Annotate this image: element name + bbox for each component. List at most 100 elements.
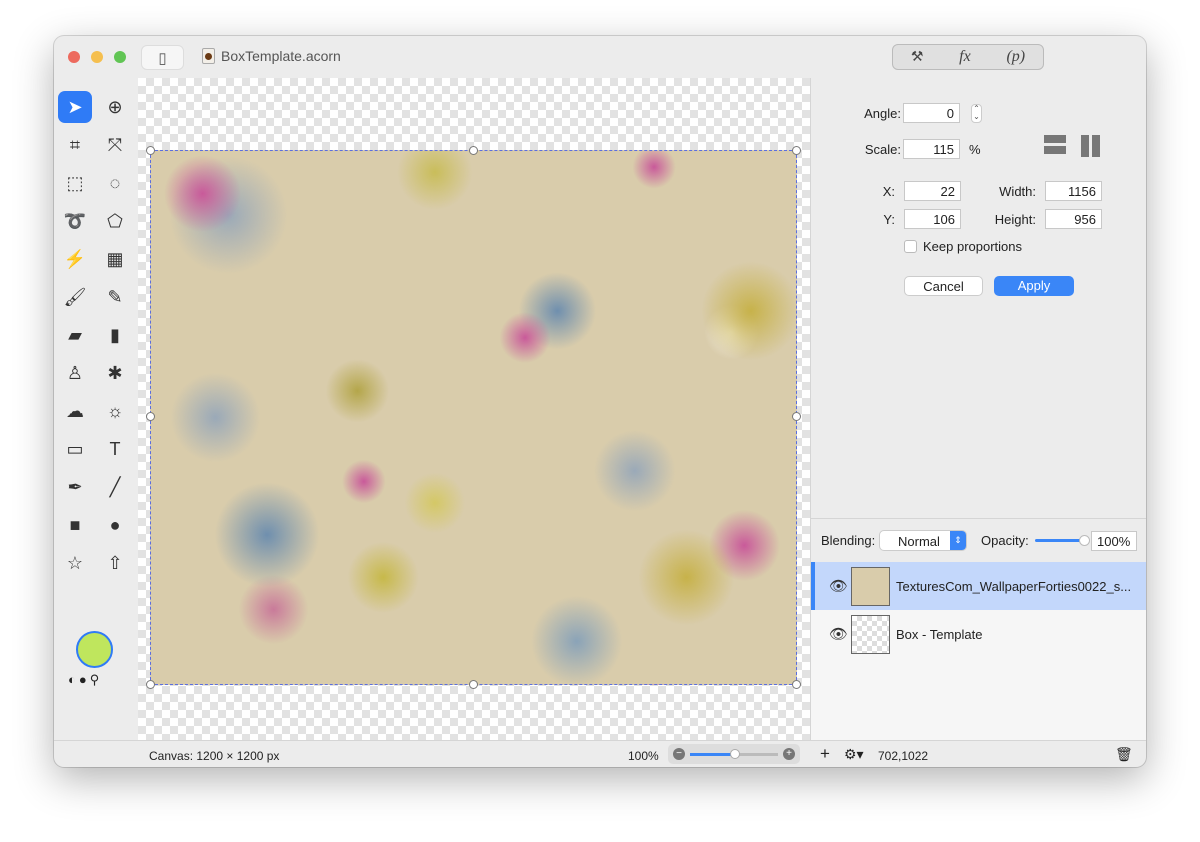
zoom-icon: ⊕ <box>107 96 123 117</box>
lasso-tool[interactable]: ➰ <box>58 205 92 237</box>
magic-wand-tool[interactable]: ⚡ <box>58 243 92 275</box>
y-label: Y: <box>883 212 895 227</box>
pencil-tool[interactable]: ✎ <box>98 281 132 313</box>
y-field[interactable]: 106 <box>904 209 961 229</box>
add-layer-icon[interactable]: + <box>820 744 830 764</box>
angle-stepper[interactable]: ⌃ ⌄ <box>971 104 982 123</box>
document-title: BoxTemplate.acorn <box>202 48 341 64</box>
app-window: ▯ BoxTemplate.acorn ⚒ fx (p) ➤ ⊕ ⌗ ⤧ ⬚ ◌ ➰ ⬠ ⚡ ▦ 🖌… <box>54 36 1146 767</box>
blending-select[interactable]: Normal ⇕ <box>879 530 967 551</box>
brush-icon: 🖌 <box>63 286 87 307</box>
apply-button[interactable]: Apply <box>994 276 1074 296</box>
zoom-out-icon[interactable]: − <box>673 748 685 760</box>
burn-tool[interactable]: ☁ <box>58 395 92 427</box>
title-bar: ▯ BoxTemplate.acorn ⚒ fx (p) <box>54 36 1146 78</box>
resize-tool[interactable]: ⤧ <box>98 129 132 161</box>
lasso-icon: ➰ <box>63 210 87 231</box>
angle-field[interactable]: 0 <box>903 103 960 123</box>
dodge-icon: ☼ <box>106 400 124 421</box>
opacity-slider[interactable] <box>1035 535 1090 546</box>
rectangle-tool[interactable]: ■ <box>58 509 92 541</box>
eye-icon[interactable]: 👁 <box>829 625 848 643</box>
resize-handle[interactable] <box>469 680 478 689</box>
acorn-document-icon <box>202 48 215 64</box>
eyedropper-icon[interactable]: ⚲ <box>90 672 103 687</box>
smudge-tool[interactable]: ✱ <box>98 357 132 389</box>
line-tool[interactable]: ╱ <box>98 471 132 503</box>
x-field[interactable]: 22 <box>904 181 961 201</box>
width-label: Width: <box>999 184 1036 199</box>
tools-tab[interactable]: ⚒ <box>911 49 924 65</box>
rect-select-tool[interactable]: ⬚ <box>58 167 92 199</box>
canvas-size-label: Canvas: 1200 × 1200 px <box>149 749 280 763</box>
swap-colors-icon[interactable]: ◐ <box>68 672 79 687</box>
bezier-pen-icon: ✒ <box>67 476 83 497</box>
keep-proportions-checkbox[interactable] <box>904 240 917 253</box>
gear-icon[interactable]: ⚙▾ <box>844 746 864 763</box>
cancel-button[interactable]: Cancel <box>904 276 983 296</box>
zoom-level: 100% <box>628 749 659 763</box>
polygon-lasso-tool[interactable]: ⬠ <box>98 205 132 237</box>
chevron-updown-icon: ⇕ <box>950 531 966 550</box>
crop-tool[interactable]: ⌗ <box>58 129 92 161</box>
flip-horizontal-icon[interactable] <box>1081 135 1103 157</box>
inspector-panel: Angle: 0 ⌃ ⌄ Scale: 115 % X: 22 Y: 106 Wi… <box>810 78 1146 740</box>
filters-tab[interactable]: fx <box>959 48 971 66</box>
text-tool[interactable]: T <box>98 433 132 465</box>
instant-alpha-tool[interactable]: ▦ <box>98 243 132 275</box>
canvas[interactable] <box>138 78 810 740</box>
resize-handle[interactable] <box>146 412 155 421</box>
gradient-tool[interactable]: ▭ <box>58 433 92 465</box>
foreground-color-well[interactable] <box>76 631 113 668</box>
resize-handle[interactable] <box>792 412 801 421</box>
crop-icon: ⌗ <box>69 134 81 155</box>
opacity-field[interactable]: 100% <box>1091 531 1137 551</box>
keep-proportions-label: Keep proportions <box>923 239 1023 254</box>
clone-stamp-tool[interactable]: ♙ <box>58 357 92 389</box>
ellipse-select-tool[interactable]: ◌ <box>98 167 132 199</box>
dodge-tool[interactable]: ☼ <box>98 395 132 427</box>
trash-icon[interactable]: 🗑 <box>1115 746 1133 763</box>
burn-icon: ☁ <box>66 400 84 421</box>
height-field[interactable]: 956 <box>1045 209 1102 229</box>
close-button[interactable] <box>68 51 80 63</box>
magic-wand-icon: ⚡ <box>63 248 87 269</box>
default-colors-icon[interactable]: ● <box>79 672 90 687</box>
zoom-tool[interactable]: ⊕ <box>98 91 132 123</box>
layer-row[interactable]: 👁 Box - Template <box>811 610 1146 658</box>
resize-handle[interactable] <box>792 680 801 689</box>
brush-tool[interactable]: 🖌 <box>58 281 92 313</box>
texture-layer-image[interactable] <box>150 150 797 685</box>
resize-handle[interactable] <box>792 146 801 155</box>
smudge-icon: ✱ <box>107 362 123 383</box>
zoom-slider-knob[interactable] <box>730 749 740 759</box>
oval-tool[interactable]: ● <box>98 509 132 541</box>
flip-vertical-icon[interactable] <box>1044 135 1066 157</box>
sidebar-toggle-button[interactable]: ▯ <box>141 45 184 70</box>
paint-bucket-tool[interactable]: ▰ <box>58 319 92 351</box>
zoom-slider[interactable] <box>690 749 778 759</box>
minimize-button[interactable] <box>91 51 103 63</box>
resize-handle[interactable] <box>146 146 155 155</box>
eye-icon[interactable]: 👁 <box>829 577 848 595</box>
arrow-tool[interactable]: ⇧ <box>98 547 132 579</box>
opacity-slider-knob[interactable] <box>1079 535 1090 546</box>
resize-icon: ⤧ <box>107 134 123 155</box>
scale-field[interactable]: 115 <box>903 139 960 159</box>
star-tool[interactable]: ☆ <box>58 547 92 579</box>
select-arrow-tool[interactable]: ➤ <box>58 91 92 123</box>
styles-tab[interactable]: (p) <box>1006 48 1025 66</box>
zoom-in-icon[interactable]: + <box>783 748 795 760</box>
rectangle-icon: ■ <box>69 514 81 535</box>
resize-handle[interactable] <box>469 146 478 155</box>
polygon-lasso-icon: ⬠ <box>107 210 123 231</box>
layer-row[interactable]: 👁 TexturesCom_WallpaperForties0022_s... <box>811 562 1146 610</box>
eraser-tool[interactable]: ▮ <box>98 319 132 351</box>
zoom-button[interactable] <box>114 51 126 63</box>
resize-handle[interactable] <box>146 680 155 689</box>
bezier-pen-tool[interactable]: ✒ <box>58 471 92 503</box>
line-icon: ╱ <box>109 476 121 497</box>
width-field[interactable]: 1156 <box>1045 181 1102 201</box>
ellipse-select-icon: ◌ <box>109 172 121 193</box>
window-title: BoxTemplate.acorn <box>221 48 341 64</box>
